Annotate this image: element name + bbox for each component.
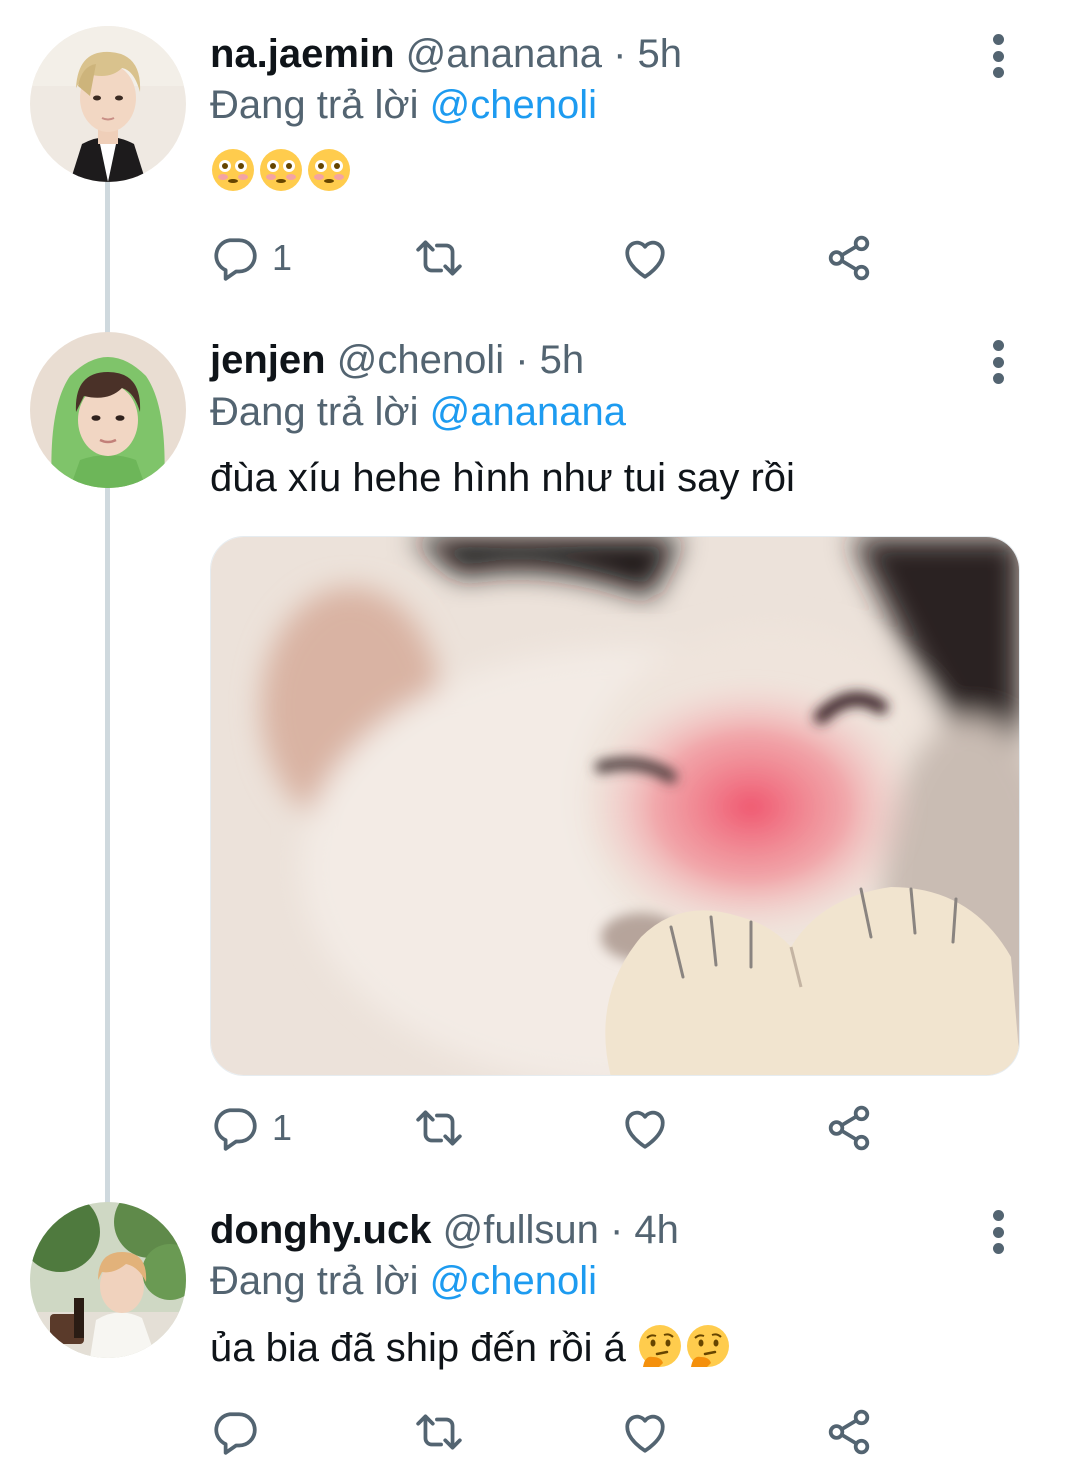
- reply-icon: [214, 1108, 257, 1151]
- mention-link[interactable]: @chenoli: [430, 1259, 597, 1303]
- retweet-button[interactable]: [414, 1098, 464, 1158]
- mention-link[interactable]: @ananana: [430, 390, 626, 434]
- separator-dot: ·: [515, 338, 529, 382]
- heart-icon: [625, 1414, 665, 1453]
- tweet-text: ủa bia đã ship đến rồi á: [210, 1322, 733, 1374]
- user-handle[interactable]: @fullsun: [443, 1208, 599, 1252]
- replying-to: Đang trả lời @ananana: [210, 386, 626, 438]
- user-handle[interactable]: @chenoli: [337, 338, 504, 382]
- replying-to: Đang trả lời @chenoli: [210, 1255, 597, 1307]
- timestamp[interactable]: 4h: [634, 1208, 679, 1252]
- avatar[interactable]: [30, 332, 186, 488]
- separator-dot: ·: [609, 1208, 624, 1252]
- timestamp[interactable]: 5h: [540, 338, 585, 382]
- tweet[interactable]: donghy.uck @fullsun · 4h Đang trả lời @c…: [0, 1180, 1080, 1475]
- retweet-icon: [416, 1414, 462, 1450]
- retweet-icon: [416, 1110, 462, 1146]
- reply-icon: [214, 1412, 257, 1455]
- retweet-button[interactable]: [414, 1402, 464, 1462]
- tweet-actions: [210, 1402, 890, 1462]
- replying-to-label: Đang trả lời: [210, 390, 419, 434]
- thinking-face-emoji: [638, 1325, 681, 1367]
- reply-button[interactable]: [210, 1402, 272, 1462]
- share-icon: [828, 1105, 870, 1151]
- replying-to-label: Đang trả lời: [210, 1259, 419, 1303]
- tweet-header: jenjen @chenoli · 5h: [210, 334, 584, 386]
- tweet-header: donghy.uck @fullsun · 4h: [210, 1204, 679, 1256]
- share-button[interactable]: [824, 1402, 874, 1462]
- like-button[interactable]: [620, 1098, 670, 1158]
- more-options-icon[interactable]: [986, 1210, 1010, 1254]
- tweet-image[interactable]: [210, 536, 1020, 1076]
- share-button[interactable]: [824, 1098, 874, 1158]
- display-name[interactable]: donghy.uck: [210, 1208, 431, 1252]
- tweet-text: đùa xíu hehe hình như tui say rồi: [210, 456, 795, 500]
- display-name[interactable]: jenjen: [210, 338, 326, 382]
- thinking-face-emoji: [686, 1325, 729, 1367]
- tweet-actions: 1: [210, 1098, 890, 1158]
- more-options-icon[interactable]: [986, 340, 1010, 384]
- tweet-text-content: ủa bia đã ship đến rồi á: [210, 1326, 626, 1370]
- like-button[interactable]: [620, 1402, 670, 1462]
- reply-button[interactable]: 1: [210, 1098, 292, 1158]
- share-icon: [828, 1409, 870, 1455]
- avatar[interactable]: [30, 1202, 186, 1358]
- heart-icon: [625, 1110, 665, 1149]
- tweet[interactable]: jenjen @chenoli · 5h Đang trả lời @anana…: [0, 0, 1080, 1170]
- reply-count: 1: [272, 1107, 293, 1148]
